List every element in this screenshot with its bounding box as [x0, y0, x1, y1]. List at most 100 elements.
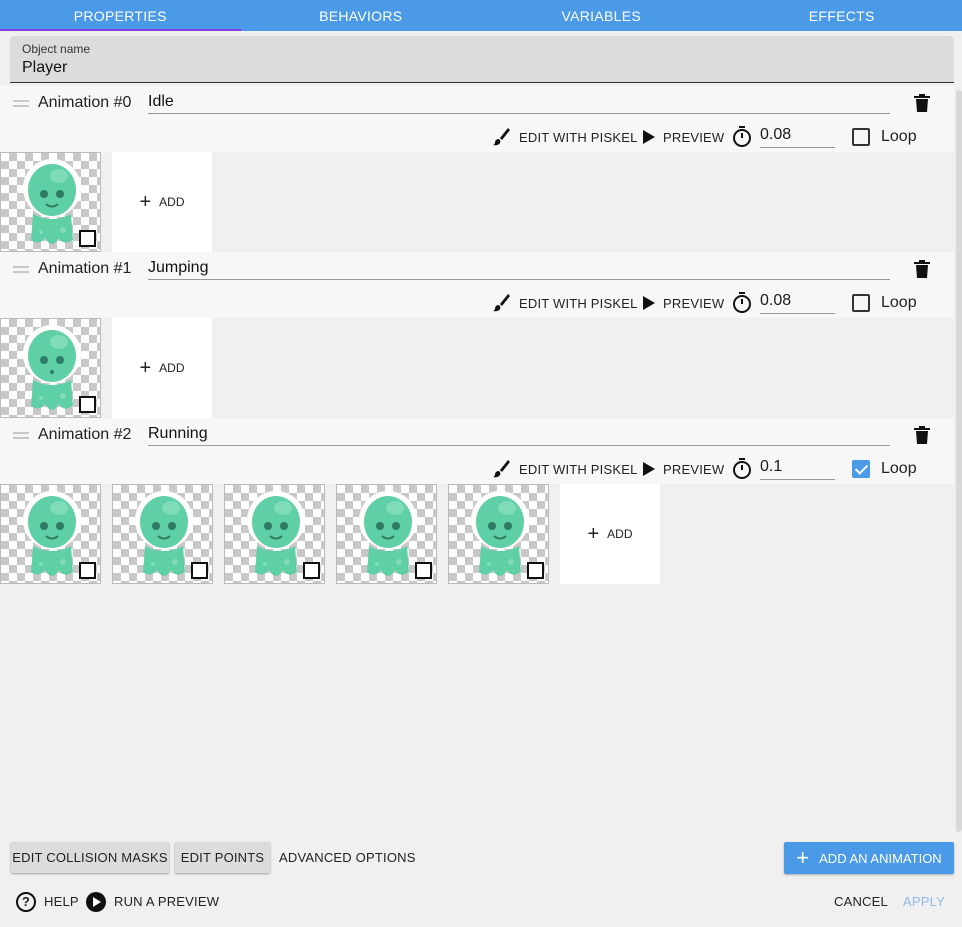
frames-strip: + ADD: [0, 152, 954, 252]
frame-checkbox[interactable]: [303, 562, 320, 579]
preview-button[interactable]: PREVIEW: [643, 454, 724, 484]
timer-icon-wrap: [732, 126, 752, 153]
edit-with-piskel-label: EDIT WITH PISKEL: [519, 129, 638, 145]
tab-properties[interactable]: PROPERTIES: [0, 0, 241, 31]
apply-button[interactable]: APPLY: [903, 886, 945, 917]
tab-effects[interactable]: EFFECTS: [722, 0, 962, 31]
animation-title: Animation #2: [38, 426, 132, 443]
drag-handle-icon[interactable]: [13, 432, 29, 442]
alien-sprite-icon: [471, 491, 529, 576]
scrollbar[interactable]: [956, 90, 962, 832]
tab-bar: PROPERTIES BEHAVIORS VARIABLES EFFECTS: [0, 0, 962, 31]
animation-controls: EDIT WITH PISKEL PREVIEW 0.08 Loop: [0, 288, 954, 318]
animation-frame[interactable]: [224, 484, 325, 584]
trash-icon: [914, 94, 930, 112]
drag-handle-icon[interactable]: [13, 100, 29, 110]
animation-frame[interactable]: [0, 484, 101, 584]
edit-points-button[interactable]: EDIT POINTS: [175, 842, 270, 873]
edit-with-piskel-label: EDIT WITH PISKEL: [519, 461, 638, 477]
timer-icon: [733, 458, 751, 479]
animation-title: Animation #1: [38, 260, 132, 277]
animation-frame[interactable]: [448, 484, 549, 584]
object-name-label: Object name: [22, 42, 91, 56]
animation-header: Animation #2 Running EDIT WITH PISKEL PR…: [0, 418, 954, 584]
animation-2: Animation #2 Running EDIT WITH PISKEL PR…: [0, 418, 954, 584]
time-between-frames-input[interactable]: 0.1: [760, 456, 835, 480]
edit-collision-masks-button[interactable]: EDIT COLLISION MASKS: [11, 842, 169, 873]
loop-checkbox[interactable]: [852, 294, 870, 312]
frame-checkbox[interactable]: [415, 562, 432, 579]
loop-checkbox[interactable]: [852, 128, 870, 146]
play-icon: [643, 296, 655, 310]
timer-icon-wrap: [732, 458, 752, 485]
edit-with-piskel-label: EDIT WITH PISKEL: [519, 295, 638, 311]
alien-sprite-icon: [359, 491, 417, 576]
help-button[interactable]: ? HELP: [16, 886, 79, 917]
add-frame-button[interactable]: + ADD: [560, 484, 660, 584]
object-editor-dialog: PROPERTIES BEHAVIORS VARIABLES EFFECTS O…: [0, 0, 962, 927]
animations-list: Animation #0 Idle EDIT WITH PISKEL PREVI…: [0, 86, 962, 838]
animation-header: Animation #0 Idle EDIT WITH PISKEL PREVI…: [0, 86, 954, 252]
plus-icon: +: [587, 522, 600, 545]
animation-0: Animation #0 Idle EDIT WITH PISKEL PREVI…: [0, 86, 954, 252]
animation-name-input[interactable]: Idle: [148, 90, 890, 114]
object-name-field[interactable]: Object name Player: [10, 36, 954, 83]
tab-variables[interactable]: VARIABLES: [481, 0, 722, 31]
delete-animation-button[interactable]: [914, 94, 930, 112]
preview-button[interactable]: PREVIEW: [643, 122, 724, 152]
help-icon: ?: [16, 891, 36, 912]
plus-icon: +: [139, 356, 152, 379]
frame-checkbox[interactable]: [191, 562, 208, 579]
add-frame-label: ADD: [159, 361, 185, 375]
animation-header: Animation #1 Jumping EDIT WITH PISKEL PR…: [0, 252, 954, 418]
preview-label: PREVIEW: [663, 295, 725, 311]
brush-icon: [493, 460, 510, 478]
loop-label: Loop: [881, 294, 917, 311]
edit-with-piskel-button[interactable]: EDIT WITH PISKEL: [493, 122, 638, 152]
animation-frame[interactable]: [0, 318, 101, 418]
play-icon: [643, 130, 655, 144]
play-icon: [643, 462, 655, 476]
frame-checkbox[interactable]: [79, 230, 96, 247]
brush-icon: [493, 128, 510, 146]
alien-sprite-icon: [23, 325, 81, 410]
animation-frame[interactable]: [336, 484, 437, 584]
alien-sprite-icon: [135, 491, 193, 576]
add-frame-button[interactable]: + ADD: [112, 152, 212, 252]
animation-frame[interactable]: [0, 152, 101, 252]
timer-icon: [733, 292, 751, 313]
plus-icon: +: [139, 190, 152, 213]
cancel-button[interactable]: CANCEL: [834, 886, 888, 917]
add-frame-button[interactable]: + ADD: [112, 318, 212, 418]
preview-button[interactable]: PREVIEW: [643, 288, 724, 318]
animation-name-input[interactable]: Jumping: [148, 256, 890, 280]
time-between-frames-input[interactable]: 0.08: [760, 290, 835, 314]
loop-label: Loop: [881, 128, 917, 145]
time-between-frames-input[interactable]: 0.08: [760, 124, 835, 148]
delete-animation-button[interactable]: [914, 426, 930, 444]
animation-1: Animation #1 Jumping EDIT WITH PISKEL PR…: [0, 252, 954, 418]
frame-checkbox[interactable]: [79, 562, 96, 579]
tab-behaviors[interactable]: BEHAVIORS: [241, 0, 482, 31]
add-frame-label: ADD: [607, 527, 633, 541]
loop-checkbox[interactable]: [852, 460, 870, 478]
timer-icon-wrap: [732, 292, 752, 319]
trash-icon: [914, 260, 930, 278]
edit-with-piskel-button[interactable]: EDIT WITH PISKEL: [493, 454, 638, 484]
advanced-options-button[interactable]: ADVANCED OPTIONS: [279, 842, 416, 873]
frame-checkbox[interactable]: [527, 562, 544, 579]
animation-frame[interactable]: [112, 484, 213, 584]
run-preview-button[interactable]: RUN A PREVIEW: [86, 886, 219, 917]
object-name-value[interactable]: Player: [22, 59, 942, 77]
animation-name-input[interactable]: Running: [148, 422, 890, 446]
delete-animation-button[interactable]: [914, 260, 930, 278]
add-animation-button[interactable]: + ADD AN ANIMATION: [784, 842, 954, 874]
drag-handle-icon[interactable]: [13, 266, 29, 276]
alien-sprite-icon: [23, 491, 81, 576]
frames-strip: + ADD: [0, 318, 954, 418]
frame-checkbox[interactable]: [79, 396, 96, 413]
help-label: HELP: [44, 894, 79, 909]
edit-with-piskel-button[interactable]: EDIT WITH PISKEL: [493, 288, 638, 318]
add-frame-label: ADD: [159, 195, 185, 209]
trash-icon: [914, 426, 930, 444]
